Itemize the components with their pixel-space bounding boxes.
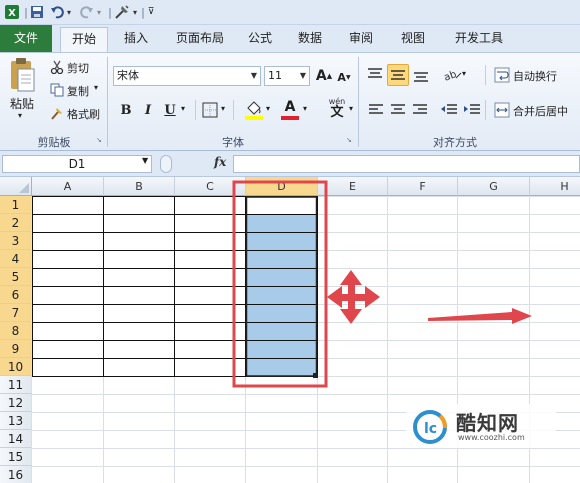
copy-button[interactable]: 复制 xyxy=(67,83,89,99)
orientation-dropdown-icon[interactable]: ▾ xyxy=(462,69,466,78)
svg-text:ab: ab xyxy=(443,69,458,84)
watermark: lc 酷知网 www.coozhi.com xyxy=(406,404,556,448)
grow-font-button[interactable]: A ▲ xyxy=(315,67,333,85)
phonetic-dropdown-icon[interactable]: ▾ xyxy=(349,104,353,113)
chevron-down-icon: ▼ xyxy=(250,71,257,80)
redo-dropdown-icon[interactable]: ▾ xyxy=(95,3,103,21)
font-size-combo[interactable]: 11 ▼ xyxy=(264,66,310,86)
clipboard-group-label: 剪贴板 xyxy=(37,136,71,149)
coozhi-logo-icon: lc xyxy=(413,410,447,444)
align-middle-icon[interactable] xyxy=(387,64,409,86)
font-name-value: 宋体 xyxy=(117,69,139,82)
orientation-icon[interactable]: ab xyxy=(442,66,462,84)
wrap-text-icon xyxy=(494,67,510,83)
clipboard-launcher-icon[interactable]: ↘ xyxy=(96,136,102,144)
name-box[interactable]: D1 xyxy=(2,155,152,173)
align-top-icon[interactable] xyxy=(366,66,384,84)
copy-dropdown-icon[interactable]: ▾ xyxy=(94,83,98,92)
tab-page-layout[interactable]: 页面布局 xyxy=(168,27,232,51)
toolbar-separator xyxy=(485,100,486,120)
toolbar-separator xyxy=(485,65,486,85)
selected-range[interactable] xyxy=(246,214,318,376)
font-name-combo[interactable]: 宋体 ▼ xyxy=(113,66,261,86)
tab-developer[interactable]: 开发工具 xyxy=(447,27,511,51)
font-color-letter: A xyxy=(284,99,296,115)
redo-icon[interactable] xyxy=(78,3,96,21)
tab-home[interactable]: 开始 xyxy=(60,27,108,53)
qat-separator: | xyxy=(108,5,112,19)
format-painter-button[interactable]: 格式刷 xyxy=(67,106,100,122)
excel-window: X | ▾ ▾ | ▾ | ⊽ 文件 开始 插入 页面布局 公式 数据 审阅 视… xyxy=(0,0,580,483)
align-center-icon[interactable] xyxy=(390,103,406,117)
toolbar-separator xyxy=(195,100,196,120)
shrink-font-label: A xyxy=(337,70,346,84)
insert-function-button[interactable]: fx xyxy=(214,155,226,169)
cut-button[interactable]: 剪切 xyxy=(67,60,89,76)
name-box-value: D1 xyxy=(68,157,86,171)
tab-review[interactable]: 审阅 xyxy=(343,27,379,51)
font-color-swatch xyxy=(281,116,299,120)
ribbon-tabs: 文件 开始 插入 页面布局 公式 数据 审阅 视图 开发工具 xyxy=(0,25,580,53)
underline-dropdown-icon[interactable]: ▾ xyxy=(181,104,185,113)
format-painter-icon[interactable] xyxy=(113,3,131,21)
wrap-text-button[interactable]: 自动换行 xyxy=(513,68,557,84)
fill-color-dropdown-icon[interactable]: ▾ xyxy=(266,104,270,113)
copy-icon xyxy=(50,83,64,97)
font-color-button[interactable]: A xyxy=(280,99,300,121)
phonetic-char: 文 xyxy=(330,105,344,120)
align-left-icon[interactable] xyxy=(368,103,384,117)
alignment-group-label: 对齐方式 xyxy=(433,136,477,149)
grow-font-label: A xyxy=(315,68,327,84)
toolbar-separator xyxy=(233,100,234,120)
paste-button[interactable]: 粘贴 xyxy=(10,95,34,112)
shrink-font-button[interactable]: A ▼ xyxy=(335,68,353,86)
font-size-value: 11 xyxy=(268,69,282,82)
tab-file[interactable]: 文件 xyxy=(0,25,52,52)
watermark-brand: 酷知网 xyxy=(456,411,519,435)
brush-icon xyxy=(50,106,64,120)
align-right-icon[interactable] xyxy=(412,103,428,117)
border-dropdown-icon[interactable]: ▾ xyxy=(221,104,225,113)
underline-button[interactable]: U xyxy=(161,101,179,119)
svg-text:X: X xyxy=(8,8,16,19)
font-launcher-icon[interactable]: ↘ xyxy=(346,136,352,144)
phonetic-button[interactable]: wén 文 xyxy=(325,97,349,121)
quick-access-toolbar: X | ▾ ▾ | ▾ | ⊽ xyxy=(0,0,580,25)
group-separator xyxy=(358,57,359,147)
merge-center-button[interactable]: 合并后居中 xyxy=(513,103,568,119)
name-box-dropdown-icon[interactable]: ▼ xyxy=(142,156,148,165)
font-group-label: 字体 xyxy=(222,136,244,149)
formula-expander[interactable] xyxy=(160,155,172,173)
scissors-icon xyxy=(50,60,64,75)
merge-center-icon xyxy=(494,102,510,118)
fill-handle[interactable] xyxy=(313,373,318,378)
chevron-down-icon: ▼ xyxy=(299,71,306,80)
svg-text:lc: lc xyxy=(424,421,437,437)
excel-icon[interactable]: X xyxy=(3,3,21,21)
watermark-url: www.coozhi.com xyxy=(458,433,525,442)
paste-icon[interactable] xyxy=(4,57,40,97)
align-bottom-icon[interactable] xyxy=(412,66,430,84)
group-separator xyxy=(107,57,108,147)
tab-data[interactable]: 数据 xyxy=(292,27,328,51)
ribbon-home: 粘贴 ▾ 剪切 复制 ▾ 格式刷 剪贴板 ↘ 宋体 ▼ 11 ▼ A ▲ A ▼ B I… xyxy=(0,52,580,151)
undo-dropdown-icon[interactable]: ▾ xyxy=(65,3,73,21)
save-icon[interactable] xyxy=(28,3,46,21)
tab-formulas[interactable]: 公式 xyxy=(242,27,278,51)
border-icon[interactable] xyxy=(202,102,218,118)
paste-dropdown-icon[interactable]: ▾ xyxy=(18,111,22,120)
font-color-dropdown-icon[interactable]: ▾ xyxy=(303,104,307,113)
italic-button[interactable]: I xyxy=(139,101,157,119)
bold-button[interactable]: B xyxy=(117,101,135,119)
undo-icon[interactable] xyxy=(48,3,66,21)
formula-bar: D1 ▼ fx xyxy=(0,151,580,177)
formula-input[interactable] xyxy=(233,155,580,173)
decrease-indent-icon[interactable] xyxy=(440,103,458,117)
increase-indent-icon[interactable] xyxy=(463,103,481,117)
format-dropdown-icon[interactable]: ▾ xyxy=(131,3,139,21)
tab-insert[interactable]: 插入 xyxy=(116,27,156,51)
tab-view[interactable]: 视图 xyxy=(395,27,431,51)
customize-qat-icon[interactable]: ⊽ xyxy=(146,3,156,21)
fill-color-icon[interactable] xyxy=(244,99,264,121)
